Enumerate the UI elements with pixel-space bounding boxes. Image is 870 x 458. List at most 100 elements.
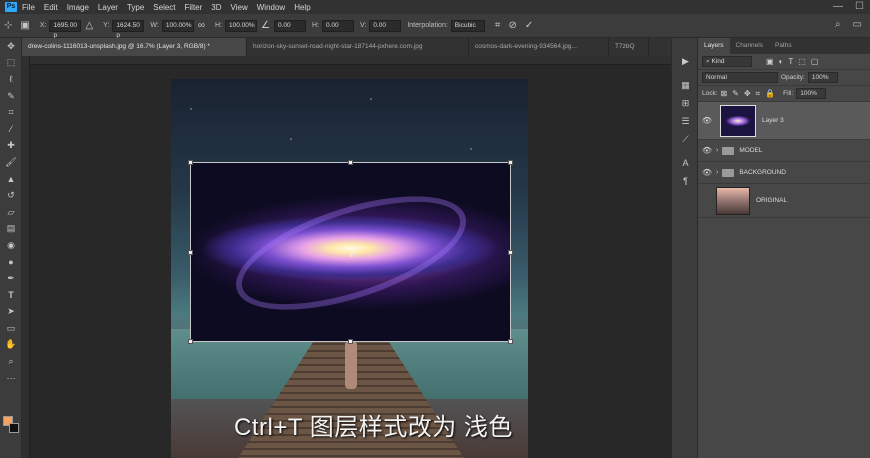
opacity-field[interactable]: 100%: [807, 72, 838, 83]
histogram-icon[interactable]: ▦: [672, 76, 699, 94]
adjustments-icon[interactable]: ⊞: [672, 94, 699, 112]
paragraph-icon[interactable]: ¶: [672, 172, 699, 190]
path-select-icon[interactable]: ➤: [0, 304, 22, 321]
zoom-tool-icon[interactable]: ⌕: [0, 353, 22, 370]
transform-handle-bl[interactable]: [188, 339, 193, 344]
properties-icon[interactable]: ☰: [672, 112, 699, 130]
maximize-icon[interactable]: ☐: [855, 1, 864, 12]
menu-type[interactable]: Type: [127, 3, 144, 12]
tab-channels[interactable]: Channels: [730, 38, 769, 54]
commit-transform-icon[interactable]: ✓: [525, 20, 533, 31]
width-field[interactable]: 100.00%: [161, 19, 194, 32]
warp-icon[interactable]: ⌗: [495, 20, 501, 31]
shape-tool-icon[interactable]: ▭: [0, 320, 22, 337]
lock-artboard-icon[interactable]: ⌗: [756, 89, 761, 99]
canvas-area[interactable]: ✛: [30, 65, 671, 458]
brush-tool-icon[interactable]: 🖌: [0, 154, 22, 171]
link-icon[interactable]: ∞: [198, 20, 205, 31]
menu-file[interactable]: File: [22, 3, 35, 12]
hskew-field[interactable]: 0.00: [321, 19, 354, 32]
tab-t7zbq[interactable]: T7zbQ: [609, 38, 649, 56]
visibility-eye-icon[interactable]: 👁: [698, 168, 716, 177]
transform-handle-br[interactable]: [508, 339, 513, 344]
workspace-icon[interactable]: ▭: [853, 19, 862, 30]
move-tool-icon[interactable]: ✥: [0, 38, 22, 55]
background-color-swatch[interactable]: [9, 423, 19, 433]
menu-help[interactable]: Help: [294, 3, 310, 12]
transform-handle-ml[interactable]: [188, 250, 193, 255]
lock-transparent-icon[interactable]: ⊠: [721, 89, 728, 98]
tab-horizon-sky[interactable]: horizon-sky-sunset-road-night-star-18714…: [247, 38, 469, 56]
tab-layers[interactable]: Layers: [698, 38, 730, 54]
healing-brush-icon[interactable]: ✚: [0, 138, 22, 155]
transform-handle-tl[interactable]: [188, 160, 193, 165]
lock-all-icon[interactable]: 🔒: [765, 89, 775, 98]
menu-view[interactable]: View: [231, 3, 248, 12]
height-field[interactable]: 100.00%: [224, 19, 257, 32]
menu-3d[interactable]: 3D: [211, 3, 221, 12]
menu-window[interactable]: Window: [257, 3, 285, 12]
x-field[interactable]: 1695.00 p: [49, 19, 82, 39]
layer-row-original[interactable]: ORIGINAL: [698, 184, 870, 218]
lock-pixels-icon[interactable]: ✎: [732, 89, 739, 98]
search-icon[interactable]: ⌕: [835, 19, 841, 30]
transform-bounding-box[interactable]: ✛: [188, 160, 513, 344]
interpolation-select[interactable]: Bicubic: [450, 19, 485, 32]
minimize-icon[interactable]: —: [833, 1, 843, 12]
vskew-field[interactable]: 0.00: [369, 19, 402, 32]
chevron-right-icon[interactable]: ›: [716, 169, 718, 176]
more-tools-icon[interactable]: ⋯: [0, 370, 22, 387]
fill-field[interactable]: 100%: [796, 88, 827, 99]
eraser-tool-icon[interactable]: ▱: [0, 204, 22, 221]
dodge-tool-icon[interactable]: ●: [0, 254, 22, 271]
transform-handle-bc[interactable]: [348, 339, 353, 344]
pen-tool-icon[interactable]: ✒: [0, 270, 22, 287]
transform-tool-icon[interactable]: ⊹: [4, 20, 12, 31]
transform-handle-tr[interactable]: [508, 160, 513, 165]
visibility-eye-icon[interactable]: 👁: [698, 116, 716, 125]
eyedropper-tool-icon[interactable]: ⁄: [0, 121, 22, 138]
lock-position-icon[interactable]: ✥: [744, 89, 751, 98]
play-icon[interactable]: ▶: [672, 52, 699, 70]
tab-paths[interactable]: Paths: [769, 38, 798, 54]
layer-row-layer-3[interactable]: 👁 Layer 3: [698, 102, 870, 140]
menu-layer[interactable]: Layer: [98, 3, 118, 12]
reference-point-icon[interactable]: ▣: [20, 20, 29, 31]
marquee-tool-icon[interactable]: ⬚: [0, 55, 22, 72]
filter-smart-object-icon[interactable]: ▢: [811, 57, 819, 66]
character-icon[interactable]: A: [672, 154, 699, 172]
clone-stamp-icon[interactable]: ▲: [0, 171, 22, 188]
type-tool-icon[interactable]: T: [0, 287, 22, 304]
history-brush-icon[interactable]: ↺: [0, 187, 22, 204]
tab-cosmos-dark[interactable]: cosmos-dark-evening-934564.jpg...: [469, 38, 609, 56]
menu-image[interactable]: Image: [67, 3, 89, 12]
transform-handle-mr[interactable]: [508, 250, 513, 255]
menu-select[interactable]: Select: [153, 3, 175, 12]
kind-filter-select[interactable]: ⌕ Kind: [702, 56, 752, 67]
hand-tool-icon[interactable]: ✋: [0, 337, 22, 354]
gradient-tool-icon[interactable]: ▤: [0, 221, 22, 238]
cancel-transform-icon[interactable]: ⊘: [508, 20, 516, 31]
quick-select-tool-icon[interactable]: ✎: [0, 88, 22, 105]
filter-type-icon[interactable]: T: [788, 57, 793, 66]
layer-row-background[interactable]: 👁 › BACKGROUND: [698, 162, 870, 184]
lasso-tool-icon[interactable]: ℓ: [0, 71, 22, 88]
filter-adjustment-icon[interactable]: ◐: [779, 57, 784, 66]
relative-position-icon[interactable]: △: [85, 20, 93, 31]
blend-mode-select[interactable]: Normal: [702, 72, 778, 83]
rotate-field[interactable]: 0.00: [273, 19, 306, 32]
tab-drew-colins[interactable]: drew-colins-1116013-unsplash.jpg @ 16.7%…: [22, 38, 247, 56]
chevron-right-icon[interactable]: ›: [716, 147, 718, 154]
y-field[interactable]: 1624.50 p: [112, 19, 145, 39]
crop-tool-icon[interactable]: ⌗: [0, 104, 22, 121]
visibility-eye-icon[interactable]: 👁: [698, 146, 716, 155]
paths-icon[interactable]: ⟋: [672, 130, 699, 148]
layer-row-model[interactable]: 👁 › MODEL: [698, 140, 870, 162]
transform-handle-tc[interactable]: [348, 160, 353, 165]
filter-pixel-icon[interactable]: ▣: [766, 57, 774, 66]
menu-edit[interactable]: Edit: [44, 3, 58, 12]
filter-shape-icon[interactable]: ⬚: [798, 57, 806, 66]
menu-filter[interactable]: Filter: [185, 3, 203, 12]
blur-tool-icon[interactable]: ◉: [0, 237, 22, 254]
transform-center-icon[interactable]: ✛: [348, 249, 356, 260]
